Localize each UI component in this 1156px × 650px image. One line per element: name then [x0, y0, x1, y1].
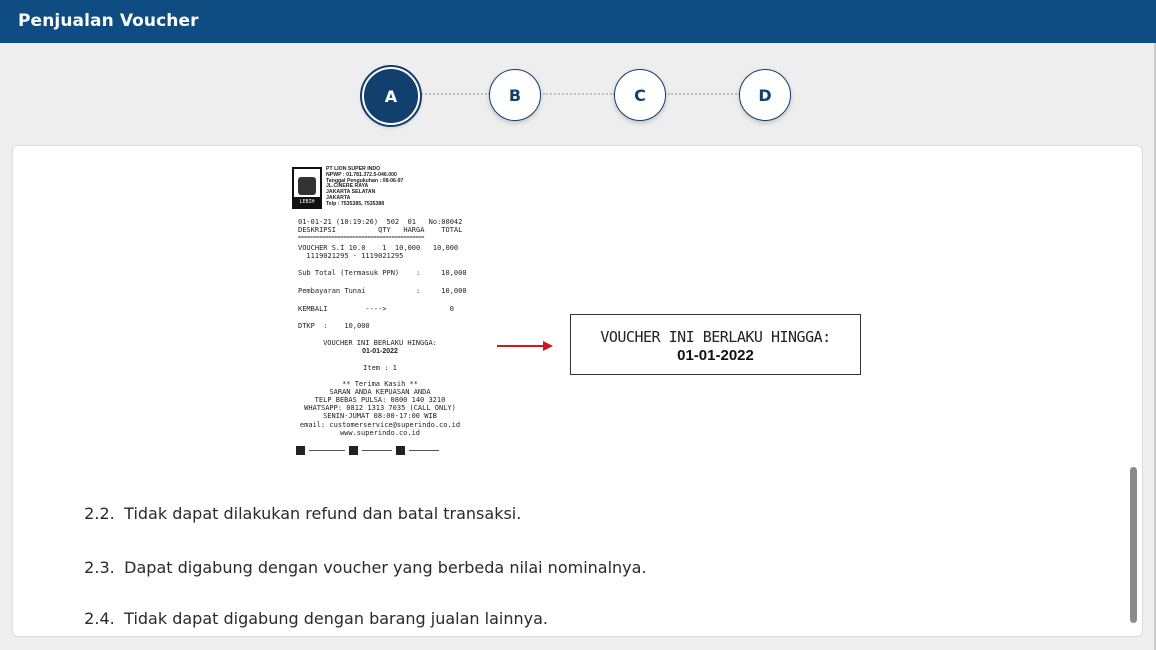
list-item-number: 2.4. — [84, 609, 115, 628]
receipt-footer: www.superindo.co.id — [339, 429, 421, 437]
list-item: 2.4. Tidak dapat digabung dengan barang j… — [74, 590, 548, 628]
receipt-item-serial: 1119021295 - 1119021295 — [298, 252, 404, 260]
page-title: Penjualan Voucher — [18, 11, 199, 31]
list-item: 2.2. Tidak dapat dilakukan refund dan bat… — [74, 485, 521, 523]
step-connector — [418, 93, 490, 95]
list-item: 2.3. Dapat digabung dengan voucher yang b… — [74, 539, 647, 577]
stepper: A B C D — [0, 43, 1156, 143]
logo-text: LEBIH MURAH — [294, 197, 320, 215]
superindo-logo: LEBIH MURAH — [292, 167, 322, 215]
receipt-payment: Pembayaran Tunai : 10,000 — [298, 287, 467, 295]
list-item-text: Tidak dapat dilakukan refund dan batal t… — [124, 504, 522, 523]
callout-date: 01-01-2022 — [677, 347, 754, 364]
list-item-number: 2.2. — [84, 504, 115, 523]
receipt-item-count: Item : 1 — [363, 364, 397, 372]
receipt-dpp: DTKP : 10,000 — [298, 322, 370, 330]
step-c[interactable]: C — [614, 69, 666, 121]
receipt-subtotal: Sub Total (Termasuk PPN) : 10,000 — [298, 269, 467, 277]
instagram-icon — [396, 445, 405, 455]
receipt-valid-date: 01-01-2022 — [362, 348, 398, 355]
list-item-text: Tidak dapat digabung dengan barang juala… — [124, 609, 548, 628]
receipt-company-info: PT LION SUPER INDO NPWP : 01.781.372.5-0… — [326, 166, 404, 207]
step-a[interactable]: A — [360, 65, 422, 127]
receipt-divider: ========================================… — [298, 235, 425, 241]
validity-callout: VOUCHER INI BERLAKU HINGGA: 01-01-2022 — [570, 314, 861, 375]
step-label: C — [634, 85, 646, 105]
callout-text: VOUCHER INI BERLAKU HINGGA: — [600, 328, 831, 346]
step-b[interactable]: B — [489, 69, 541, 121]
facebook-icon — [296, 445, 305, 455]
step-connector — [543, 93, 615, 95]
receipt-image: LEBIH MURAH PT LION SUPER INDO NPWP : 01… — [292, 163, 468, 460]
step-label: B — [508, 85, 522, 105]
receipt-change: KEMBALI ----> 0 — [298, 305, 454, 313]
vertical-scrollbar[interactable] — [1130, 467, 1137, 623]
step-label: D — [758, 85, 772, 105]
step-d[interactable]: D — [739, 69, 791, 121]
app-header: Penjualan Voucher — [0, 0, 1156, 43]
receipt-social-row — [296, 445, 456, 455]
lion-icon — [298, 177, 316, 195]
step-connector — [668, 93, 740, 95]
step-label: A — [384, 86, 398, 106]
list-item-number: 2.3. — [84, 558, 115, 577]
red-arrow-icon — [497, 341, 553, 351]
receipt-footer: SENIN-JUMAT 08:00-17:00 WIB — [323, 412, 437, 420]
twitter-icon — [349, 445, 358, 455]
list-item-text: Dapat digabung dengan voucher yang berbe… — [124, 558, 647, 577]
